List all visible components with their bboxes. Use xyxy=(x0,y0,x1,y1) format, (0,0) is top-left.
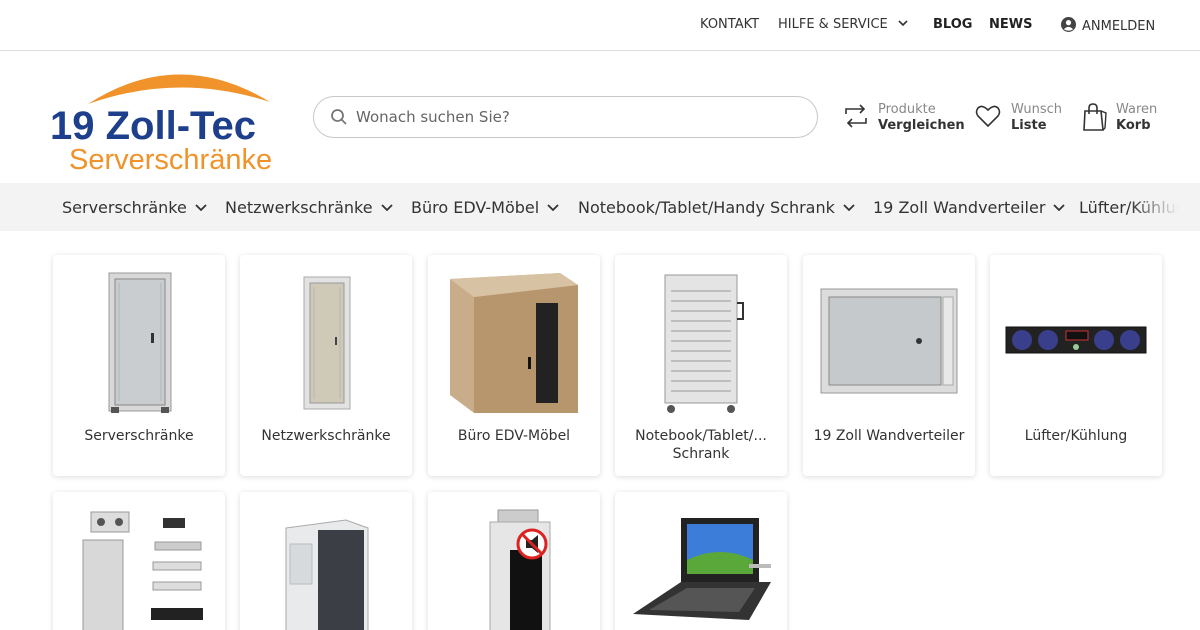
help-service-label: HILFE & SERVICE xyxy=(778,17,888,32)
heart-icon xyxy=(975,105,1001,128)
nav-overflow-fade xyxy=(1130,183,1200,231)
top-bar: KONTAKT HILFE & SERVICE BLOG NEWS ANMELD… xyxy=(0,0,1200,51)
category-card-kvm-konsole[interactable] xyxy=(615,492,787,630)
chevron-down-icon xyxy=(898,20,908,26)
search-icon xyxy=(331,109,347,125)
nav-item-netzwerkschraenke[interactable]: Netzwerkschränke xyxy=(225,198,393,217)
blog-link[interactable]: BLOG xyxy=(933,17,972,33)
nav-item-buero-edv-moebel[interactable]: Büro EDV-Möbel xyxy=(411,198,559,217)
nav-item-label: Serverschränke xyxy=(62,198,187,217)
compare-line2: Vergleichen xyxy=(878,118,965,133)
wooden-cabinet-image xyxy=(450,273,578,413)
chevron-down-icon xyxy=(843,204,855,211)
cart-button[interactable]: Waren Korb xyxy=(1082,100,1162,136)
category-card-notebook-schrank[interactable]: Notebook/Tablet/... Schrank xyxy=(615,255,787,476)
user-circle-icon xyxy=(1061,17,1076,32)
wall-cabinet-image xyxy=(820,288,958,394)
climate-cabinet-image xyxy=(285,519,369,630)
site-logo[interactable]: 19 Zoll-Tec Serverschränke xyxy=(50,64,305,174)
news-link[interactable]: NEWS xyxy=(989,17,1032,33)
category-card-luefter-kuehlung[interactable]: Lüfter/Kühlung xyxy=(990,255,1162,476)
cart-line1: Waren xyxy=(1116,102,1158,117)
chevron-down-icon xyxy=(547,204,559,211)
chevron-down-icon xyxy=(380,204,393,211)
nav-item-serverschraenke[interactable]: Serverschränke xyxy=(62,198,207,217)
category-nav: Serverschränke Netzwerkschränke Büro EDV… xyxy=(0,183,1200,231)
card-label: Büro EDV-Möbel xyxy=(457,428,571,444)
login-label: ANMELDEN xyxy=(1082,19,1156,34)
search-input[interactable] xyxy=(356,105,796,129)
nav-item-label: Notebook/Tablet/Handy Schrank xyxy=(578,198,835,217)
card-label: Lüfter/Kühlung xyxy=(1024,428,1128,444)
nav-item-wandverteiler[interactable]: 19 Zoll Wandverteiler xyxy=(873,198,1066,217)
category-card-buero-edv-moebel[interactable]: Büro EDV-Möbel xyxy=(428,255,600,476)
logo-title: 19 Zoll-Tec xyxy=(50,104,256,148)
network-rack-image xyxy=(303,276,351,410)
compare-arrows-icon xyxy=(845,104,867,128)
rack-accessories-image xyxy=(82,511,203,630)
nav-item-label: Büro EDV-Möbel xyxy=(411,198,540,217)
card-label: Notebook/Tablet/... Schrank xyxy=(635,428,767,462)
category-card-netzwerkschraenke[interactable]: Netzwerkschränke xyxy=(240,255,412,476)
cart-line2: Korb xyxy=(1116,118,1151,133)
card-label: 19 Zoll Wandverteiler xyxy=(813,428,965,444)
nav-item-label: 19 Zoll Wandverteiler xyxy=(873,198,1046,217)
chevron-down-icon xyxy=(1053,204,1066,211)
server-rack-image xyxy=(108,272,172,413)
chevron-down-icon xyxy=(195,204,207,211)
soundproof-cabinet-image xyxy=(489,509,551,630)
help-service-menu[interactable]: HILFE & SERVICE xyxy=(778,17,908,33)
wishlist-button[interactable]: Wunsch Liste xyxy=(974,100,1064,136)
category-card-klima-schrank[interactable] xyxy=(240,492,412,630)
compare-button[interactable]: Produkte Vergleichen xyxy=(842,100,965,136)
category-card-schallgedaemmt[interactable] xyxy=(428,492,600,630)
fan-panel-image xyxy=(1005,326,1147,354)
category-card-wandverteiler[interactable]: 19 Zoll Wandverteiler xyxy=(803,255,975,476)
card-label: Serverschränke xyxy=(84,428,194,444)
card-label: Netzwerkschränke xyxy=(261,428,391,444)
search-bar[interactable] xyxy=(313,96,818,138)
category-card-serverschraenke[interactable]: Serverschränke xyxy=(53,255,225,476)
nav-item-label: Netzwerkschränke xyxy=(225,198,373,217)
shopping-bag-icon xyxy=(1083,103,1107,131)
category-card-zubehoer[interactable] xyxy=(53,492,225,630)
nav-item-notebook-schrank[interactable]: Notebook/Tablet/Handy Schrank xyxy=(578,198,855,217)
login-link[interactable]: ANMELDEN xyxy=(1061,17,1155,35)
kvm-console-image xyxy=(633,518,771,620)
logo-arc xyxy=(88,74,270,104)
notebook-cart-image xyxy=(664,274,744,413)
wishlist-line2: Liste xyxy=(1011,118,1047,133)
logo-subtitle: Serverschränke xyxy=(69,144,272,174)
wishlist-line1: Wunsch xyxy=(1011,102,1063,117)
contact-link[interactable]: KONTAKT xyxy=(700,17,759,33)
compare-line1: Produkte xyxy=(878,102,936,117)
